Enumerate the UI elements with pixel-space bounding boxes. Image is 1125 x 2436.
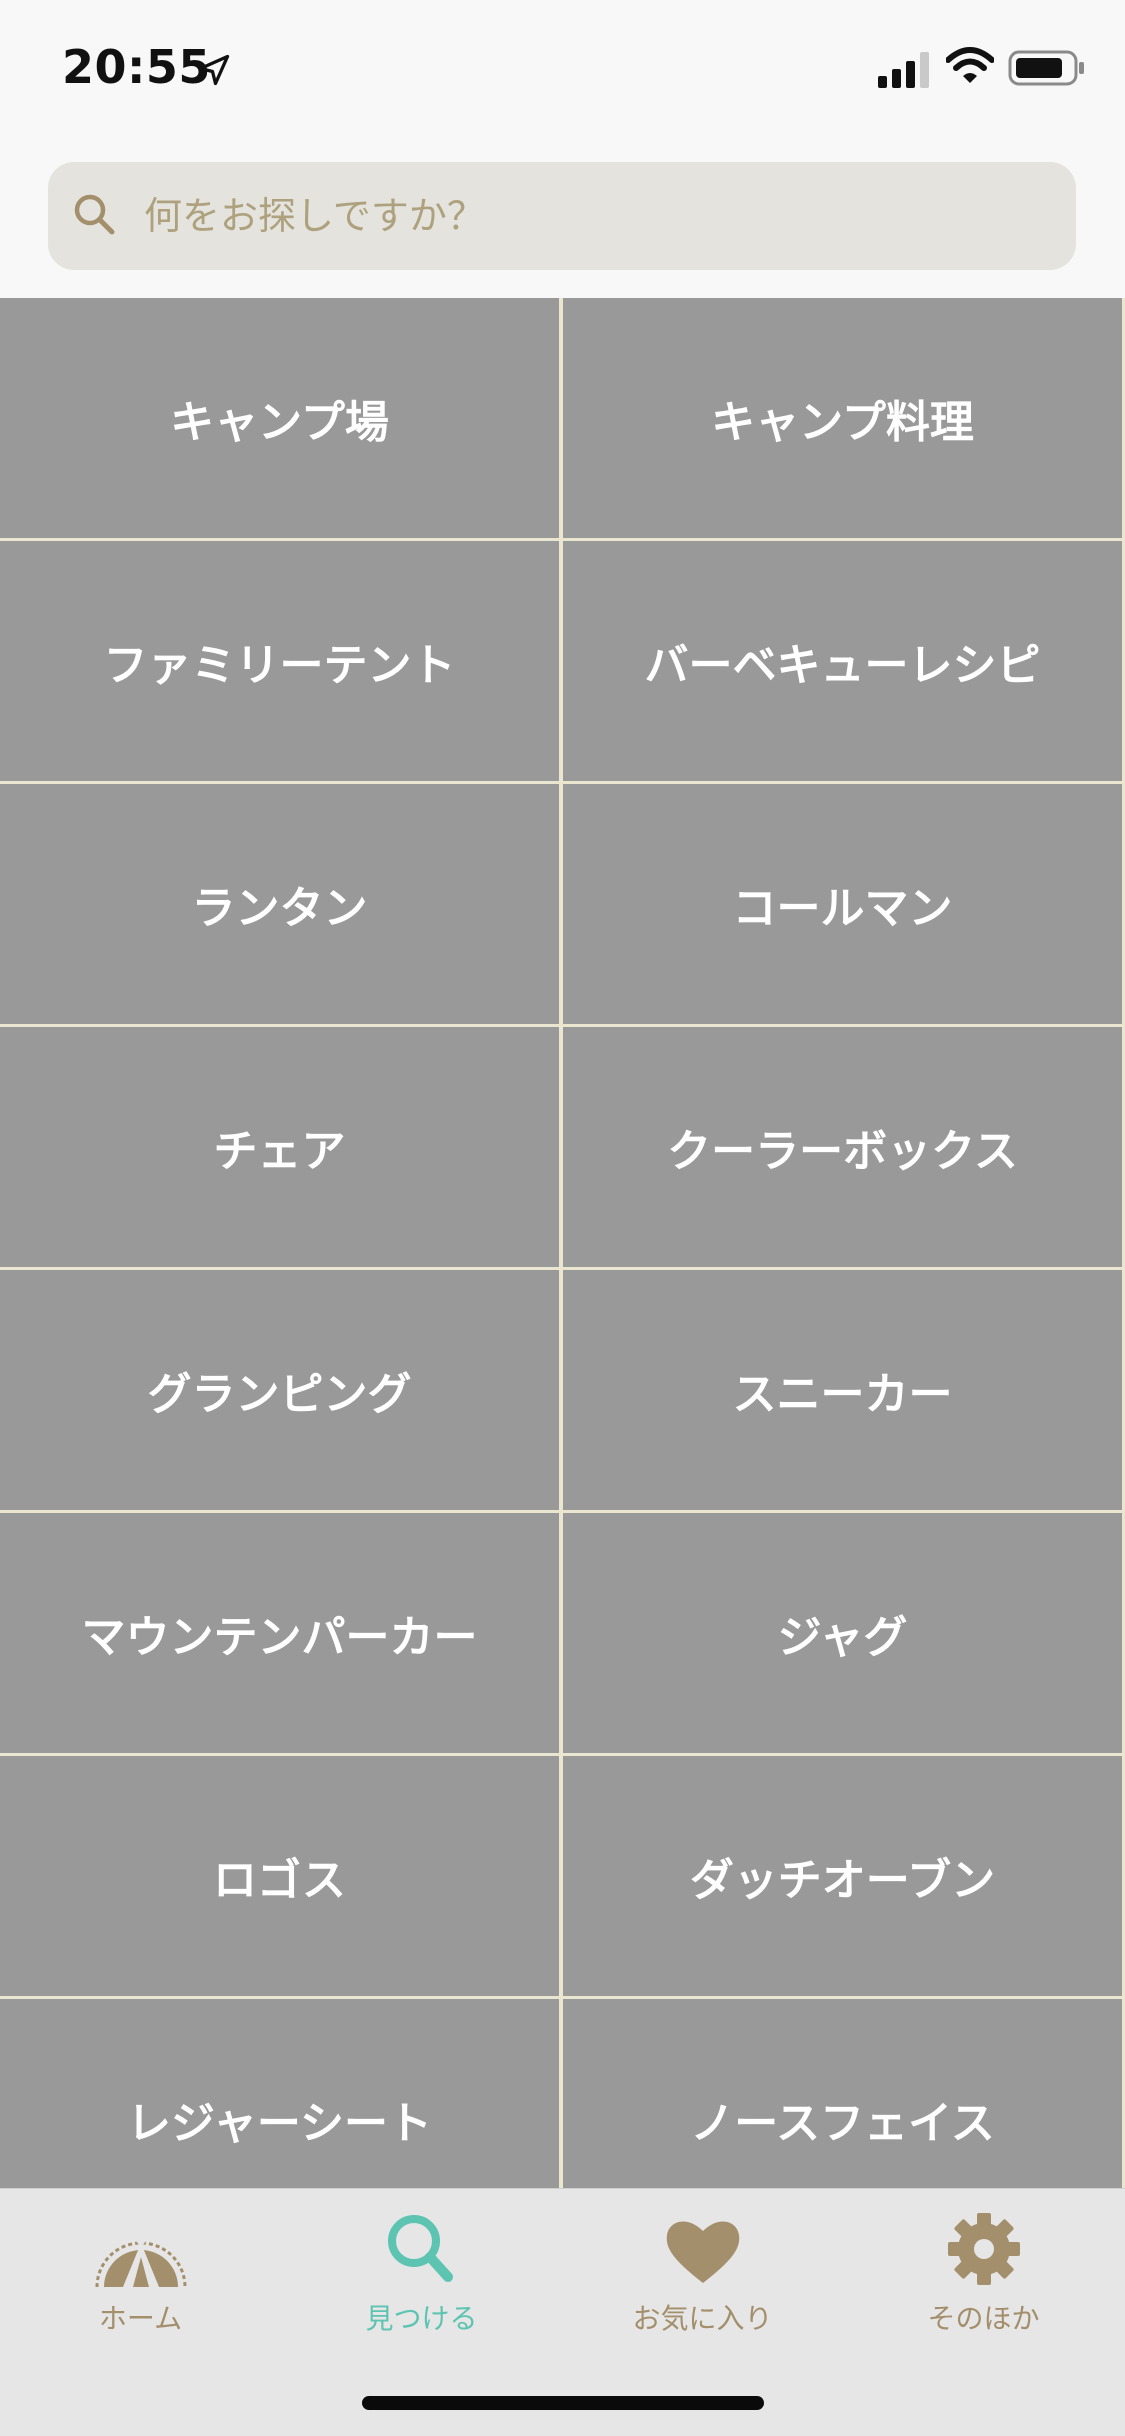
signal-icon (878, 52, 929, 88)
category-tile[interactable]: キャンプ場 (0, 298, 559, 538)
search-bar[interactable] (48, 162, 1076, 270)
category-grid: キャンプ場 キャンプ料理 ファミリーテント バーベキューレシピ ランタン コール… (0, 298, 1125, 2188)
tab-other[interactable]: そのほか (843, 2209, 1124, 2359)
category-tile[interactable]: チェア (0, 1027, 559, 1267)
home-indicator[interactable] (362, 2396, 764, 2410)
tab-find[interactable]: 見つける (281, 2209, 562, 2359)
battery-icon (1008, 50, 1084, 86)
category-tile[interactable]: ロゴス (0, 1756, 559, 1996)
category-label: ファミリーテント (103, 640, 456, 691)
category-label: マウンテンパーカー (81, 1612, 478, 1663)
category-label: ジャグ (777, 1612, 908, 1663)
search-icon (74, 194, 115, 235)
category-label: キャンプ料理 (711, 397, 974, 448)
heart-icon (666, 2221, 739, 2283)
category-tile[interactable]: コールマン (563, 784, 1122, 1024)
tab-label: お気に入り (632, 2302, 773, 2335)
category-tile[interactable]: マウンテンパーカー (0, 1513, 559, 1753)
category-label: ロゴス (213, 1855, 346, 1906)
tab-label: そのほか (927, 2302, 1040, 2335)
wifi-icon (946, 47, 994, 83)
category-label: コールマン (732, 883, 953, 934)
category-tile[interactable]: バーベキューレシピ (563, 541, 1122, 781)
gear-icon (947, 2213, 1020, 2285)
status-time: 20:55 (62, 40, 211, 94)
category-label: グランピング (147, 1369, 412, 1420)
category-tile[interactable]: ダッチオーブン (563, 1756, 1122, 1996)
location-arrow-icon (198, 54, 230, 86)
category-tile[interactable]: ランタン (0, 784, 559, 1024)
category-tile[interactable]: ファミリーテント (0, 541, 559, 781)
category-label: ダッチオーブン (689, 1855, 996, 1906)
status-bar: 20:55 (0, 0, 1125, 140)
category-label: スニーカー (732, 1369, 953, 1420)
tab-home[interactable]: ホーム (0, 2209, 281, 2359)
tab-label: ホーム (98, 2302, 183, 2335)
category-tile[interactable]: レジャーシート (0, 1999, 559, 2188)
tab-label: 見つける (365, 2302, 478, 2335)
category-label: レジャーシート (127, 2098, 432, 2149)
category-label: チェア (213, 1126, 346, 1177)
category-label: ノースフェイス (690, 2098, 995, 2149)
category-tile[interactable]: スニーカー (563, 1270, 1122, 1510)
tent-badge-icon (95, 2236, 186, 2288)
category-tile[interactable]: ノースフェイス (563, 1999, 1122, 2188)
category-tile[interactable]: ジャグ (563, 1513, 1122, 1753)
tab-favorites[interactable]: お気に入り (562, 2209, 843, 2359)
search-input[interactable] (134, 162, 1054, 270)
category-label: ランタン (191, 883, 368, 934)
category-label: バーベキューレシピ (644, 640, 1041, 691)
category-label: キャンプ場 (170, 397, 389, 448)
search-icon (387, 2215, 453, 2282)
category-tile[interactable]: グランピング (0, 1270, 559, 1510)
category-label: クーラーボックス (667, 1126, 1018, 1177)
category-tile[interactable]: クーラーボックス (563, 1027, 1122, 1267)
category-tile[interactable]: キャンプ料理 (563, 298, 1122, 538)
